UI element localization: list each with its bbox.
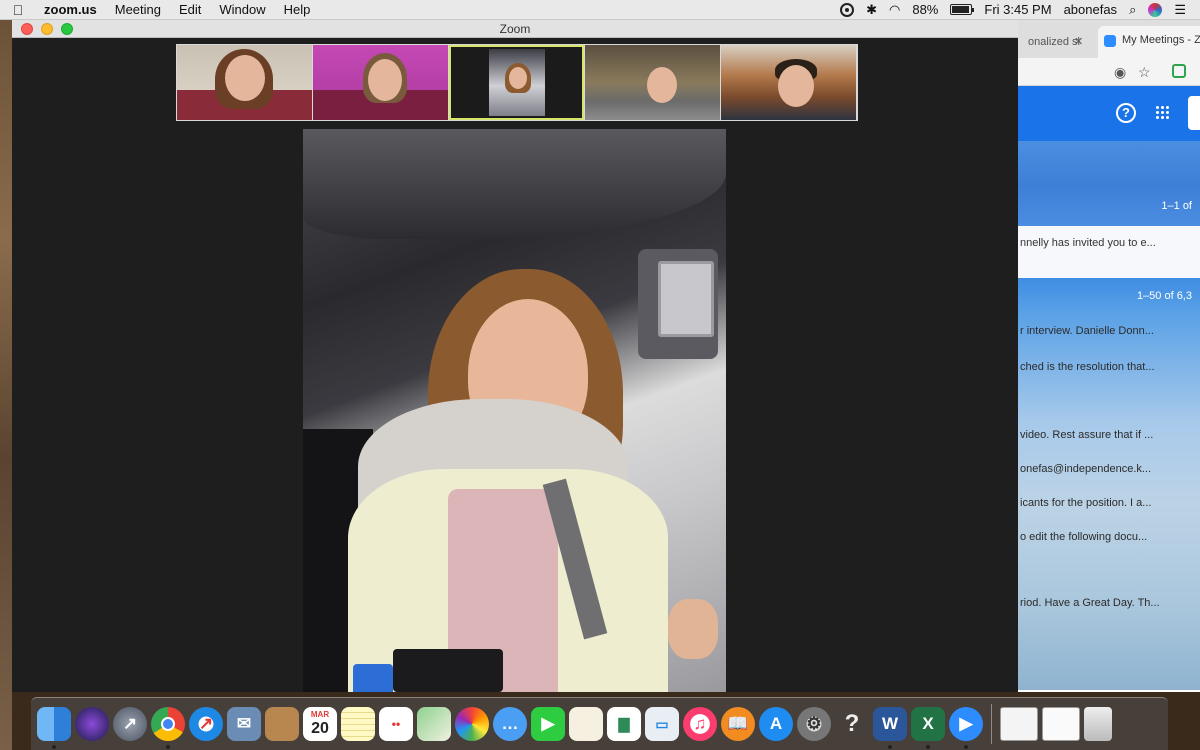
gmail-section-band	[1018, 141, 1200, 186]
extension-icon[interactable]	[1172, 64, 1186, 78]
clock[interactable]: Fri 3:45 PM	[984, 2, 1051, 17]
apple-menu-icon[interactable]: 	[0, 2, 36, 18]
fullscreen-window-button[interactable]	[61, 23, 73, 35]
window-title: Zoom	[499, 22, 531, 36]
gmail-list-1: nnelly has invited you to e...	[1018, 226, 1200, 278]
email-row[interactable]: icants for the position. I a...	[1018, 486, 1200, 520]
participant-thumbnail-3-active[interactable]	[449, 45, 584, 120]
gmail-header: ?	[1018, 86, 1200, 141]
system-preferences-icon[interactable]: ⚙	[797, 707, 831, 741]
menu-meeting[interactable]: Meeting	[106, 2, 170, 17]
address-bar[interactable]: ◉ ☆	[1018, 58, 1200, 86]
siri-icon[interactable]	[1148, 2, 1163, 17]
apps-grid-icon[interactable]	[1155, 105, 1169, 119]
gmail-list-2: 1–50 of 6,3 r interview. Danielle Donn..…	[1018, 278, 1200, 690]
recent-document-thumbnail[interactable]	[1000, 707, 1038, 741]
account-chip[interactable]	[1188, 96, 1200, 130]
siri-dock-icon[interactable]	[75, 707, 109, 741]
trash-icon[interactable]	[1084, 707, 1112, 741]
app-store-icon[interactable]: A	[759, 707, 793, 741]
photos-icon[interactable]	[455, 707, 489, 741]
car-sun-visor	[638, 249, 718, 359]
dock: ↗ ↗ ✉ MAR 20 •• … ▶ ▇ ▭ ♫ 📖 A ⚙ ? W X ▶	[31, 697, 1168, 750]
numbers-icon[interactable]: ▇	[607, 707, 641, 741]
zoom-title-bar[interactable]: Zoom	[12, 20, 1018, 38]
tab-personalized[interactable]: onalized sl ✕	[1018, 30, 1100, 54]
help-question-icon[interactable]: ?	[835, 707, 869, 741]
eye-icon[interactable]: ◉	[1114, 64, 1126, 81]
notification-center-icon[interactable]: ☰	[1174, 2, 1186, 18]
safari-icon[interactable]: ↗	[189, 707, 223, 741]
excel-icon[interactable]: X	[911, 707, 945, 749]
notes-icon[interactable]	[341, 707, 375, 741]
launchpad-icon[interactable]: ↗	[113, 707, 147, 741]
chrome-window: onalized sl ✕ My Meetings - Zo ◉ ☆ ? 1–1…	[1018, 20, 1200, 692]
participant-thumbnail-4[interactable]	[585, 45, 720, 120]
participant-strip	[176, 44, 858, 121]
chrome-tab-bar: onalized sl ✕ My Meetings - Zo	[1018, 20, 1200, 58]
email-row[interactable]: riod. Have a Great Day. Th...	[1018, 586, 1200, 620]
user-name[interactable]: abonefas	[1064, 2, 1118, 17]
preview-icon[interactable]	[569, 707, 603, 741]
books-icon[interactable]: 📖	[721, 707, 755, 741]
word-icon[interactable]: W	[873, 707, 907, 749]
itunes-icon[interactable]: ♫	[683, 707, 717, 741]
dock-separator	[991, 704, 992, 744]
reminders-icon[interactable]: ••	[379, 707, 413, 741]
email-row[interactable]: r interview. Danielle Donn...	[1018, 314, 1200, 348]
recent-window-thumbnail[interactable]	[1042, 707, 1080, 741]
calendar-icon[interactable]: MAR 20	[303, 707, 337, 741]
menu-help[interactable]: Help	[275, 2, 320, 17]
close-window-button[interactable]	[21, 23, 33, 35]
desktop-wallpaper	[0, 20, 12, 750]
mail-icon[interactable]: ✉	[227, 707, 261, 741]
participant-thumbnail-2[interactable]	[313, 45, 448, 120]
battery-percent[interactable]: 88%	[912, 2, 938, 17]
close-tab-icon[interactable]: ✕	[1074, 30, 1083, 54]
zoom-window: Zoom	[12, 20, 1018, 692]
keynote-icon[interactable]: ▭	[645, 707, 679, 741]
gmail-count-1: 1–1 of	[1018, 186, 1200, 226]
email-row[interactable]: nnelly has invited you to e...	[1018, 226, 1200, 260]
calendar-day: 20	[311, 720, 329, 737]
chrome-icon[interactable]	[151, 707, 185, 749]
calendar-month: MAR	[310, 710, 330, 719]
menu-edit[interactable]: Edit	[170, 2, 210, 17]
email-row[interactable]: o edit the following docu...	[1018, 520, 1200, 554]
maps-icon[interactable]	[417, 707, 451, 741]
participant-thumbnail-1[interactable]	[177, 45, 312, 120]
finder-icon[interactable]	[37, 707, 71, 749]
menu-app-name[interactable]: zoom.us	[36, 2, 106, 17]
gmail-count-2: 1–50 of 6,3	[1136, 290, 1192, 302]
menu-bar:  zoom.us Meeting Edit Window Help ✱ ◠ 8…	[0, 0, 1200, 20]
help-icon[interactable]: ?	[1116, 103, 1136, 123]
active-speaker-video[interactable]	[303, 129, 726, 692]
spotlight-search-icon[interactable]: ⌕	[1129, 2, 1136, 18]
minimize-window-button[interactable]	[41, 23, 53, 35]
tab-my-meetings[interactable]: My Meetings - Zo	[1098, 26, 1200, 58]
bookmark-star-icon[interactable]: ☆	[1138, 64, 1151, 81]
participant-thumbnail-5[interactable]	[721, 45, 856, 120]
facetime-icon[interactable]: ▶	[531, 707, 565, 741]
zoom-icon[interactable]: ▶	[949, 707, 983, 749]
water-bottle	[353, 664, 393, 692]
zoom-favicon-icon	[1104, 35, 1116, 47]
bluetooth-icon[interactable]: ✱	[866, 2, 877, 18]
contacts-icon[interactable]	[265, 707, 299, 741]
menu-window[interactable]: Window	[210, 2, 274, 17]
email-row[interactable]: video. Rest assure that if ...	[1018, 418, 1200, 452]
screen-record-icon[interactable]	[840, 2, 855, 17]
battery-icon[interactable]	[950, 4, 975, 15]
email-row[interactable]: onefas@independence.k...	[1018, 452, 1200, 486]
messages-icon[interactable]: …	[493, 707, 527, 741]
wifi-icon[interactable]: ◠	[889, 2, 900, 18]
email-row[interactable]: ched is the resolution that...	[1018, 350, 1200, 384]
